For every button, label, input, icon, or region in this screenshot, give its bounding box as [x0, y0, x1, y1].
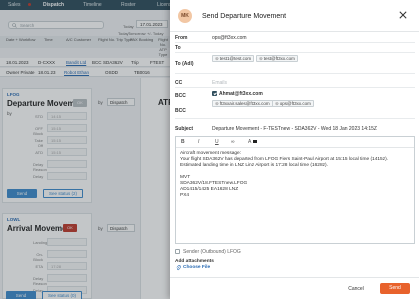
bcc-checked-email: Ahmat@ft3xx.com [219, 91, 263, 97]
chip-text: ops@ft3xx.com [279, 101, 311, 106]
sender-checkbox[interactable] [175, 249, 180, 254]
editor-toolbar: B I U ∞ A [176, 137, 414, 148]
chip-text: ft3xxair.sales@ft3xx.com [219, 101, 270, 106]
divider [175, 118, 415, 119]
italic-button[interactable]: I [198, 139, 199, 145]
choose-file-button[interactable]: Choose File [183, 265, 210, 270]
bcc-chip[interactable]: ⊗ft3xxair.sales@ft3xx.com [212, 100, 273, 107]
cancel-button[interactable]: Cancel [343, 284, 369, 294]
paperclip-icon [176, 265, 181, 271]
sender-label: Sender (Outbound) LFOG [183, 249, 241, 255]
subject-input[interactable]: Departure Movement - F-TESTnew - SDA362V… [212, 126, 377, 132]
send-button[interactable]: Send [380, 283, 410, 294]
from-label: From [175, 35, 188, 41]
chip-remove-icon[interactable]: ⊗ [215, 56, 219, 61]
footer-divider [170, 277, 419, 278]
from-value: ops@ft3xx.com [212, 35, 247, 41]
color-swatch-icon[interactable] [253, 140, 257, 143]
bold-button[interactable]: B [181, 139, 185, 145]
subject-label: Subject [175, 126, 194, 132]
bcc-label: BCC [175, 93, 186, 99]
avatar: MK [178, 9, 192, 23]
chip-remove-icon[interactable]: ⊗ [275, 101, 279, 106]
message-editor[interactable]: B I U ∞ A Aircraft movement message: You… [175, 136, 415, 244]
chip-text: test1@test.com [219, 56, 252, 61]
bcc-chip[interactable]: ⊗ops@ft3xx.com [272, 100, 314, 107]
cc-input[interactable]: Emails [212, 80, 227, 86]
dialog-header: MK Send Departure Movement [170, 0, 419, 32]
dialog-title: Send Departure Movement [202, 13, 287, 20]
link-button[interactable]: ∞ [231, 139, 235, 145]
divider [175, 52, 415, 53]
underline-button[interactable]: U [215, 139, 219, 145]
bcc2-label: BCC [175, 108, 186, 114]
cc-label: CC [175, 80, 183, 86]
chip-remove-icon[interactable]: ⊗ [259, 56, 263, 61]
font-color-button[interactable]: A [248, 139, 251, 145]
to-adl-label: To (Adl) [175, 61, 194, 67]
message-body[interactable]: Aircraft movement message: Your flight S… [180, 151, 388, 199]
bcc-checkbox[interactable] [212, 91, 217, 96]
close-icon[interactable] [399, 11, 407, 19]
chip-remove-icon[interactable]: ⊗ [215, 101, 219, 106]
to-label: To [175, 45, 181, 51]
divider [175, 73, 415, 74]
divider [175, 87, 415, 88]
divider [175, 42, 415, 43]
to-adl-chip[interactable]: ⊗test@ft3xx.com [256, 55, 298, 62]
to-adl-chip[interactable]: ⊗test1@test.com [212, 55, 255, 62]
attachments-label: Add attachments [175, 259, 214, 264]
chip-text: test@ft3xx.com [263, 56, 295, 61]
send-departure-movement-dialog: MK Send Departure Movement From ops@ft3x… [170, 0, 419, 299]
